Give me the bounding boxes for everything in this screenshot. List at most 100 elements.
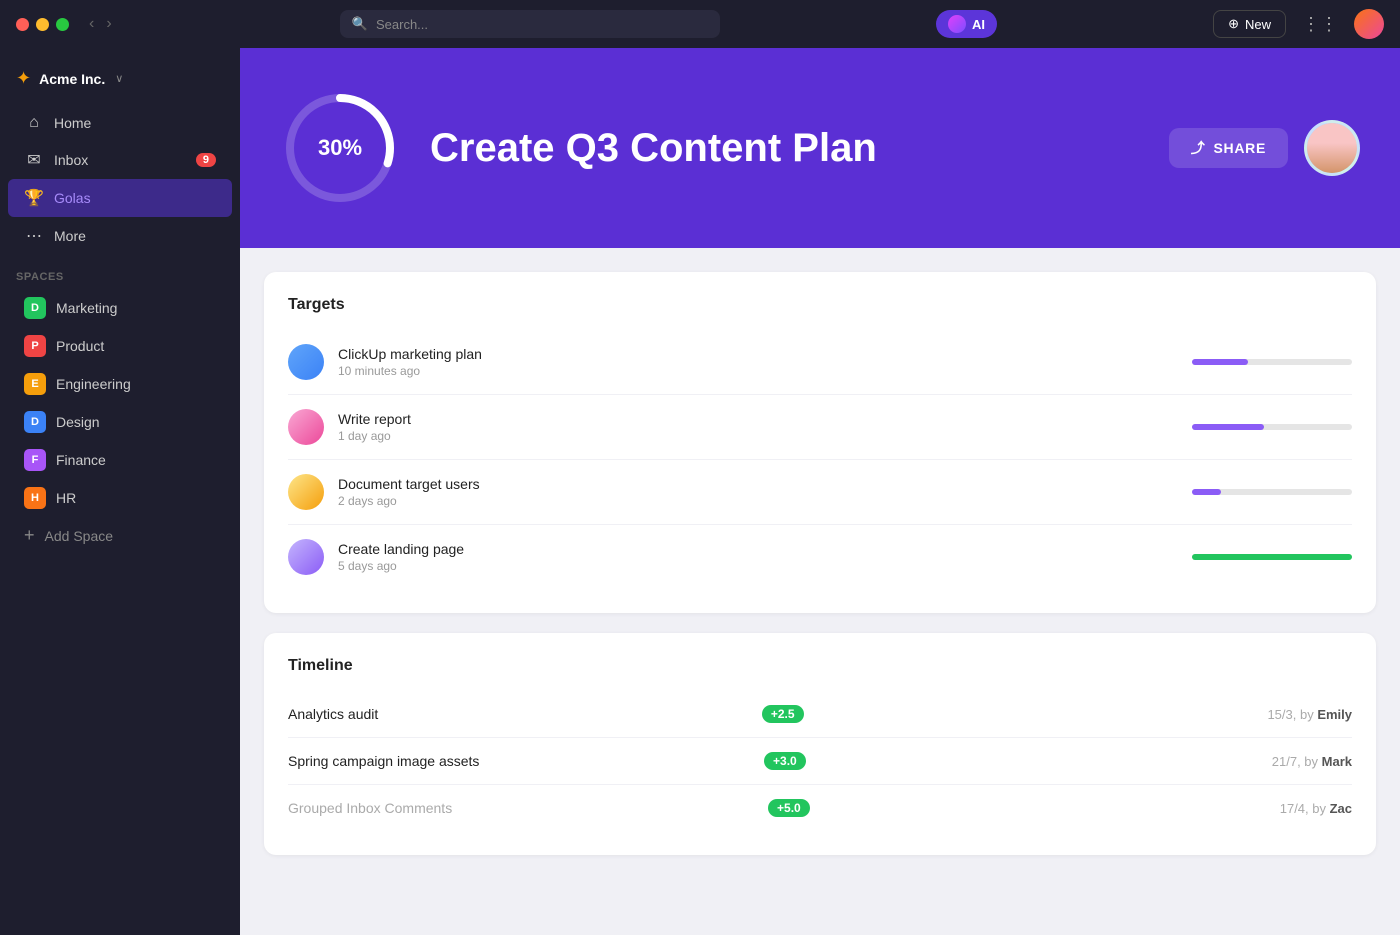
hero-actions: ⤴ SHARE bbox=[1169, 120, 1360, 176]
product-badge: P bbox=[24, 335, 46, 357]
progress-ring: 30% bbox=[280, 88, 400, 208]
timeline-row[interactable]: Analytics audit +2.5 15/3, by Emily bbox=[288, 691, 1352, 738]
target-name-4: Create landing page bbox=[338, 541, 1178, 557]
target-name-2: Write report bbox=[338, 411, 1178, 427]
space-item-marketing[interactable]: D Marketing bbox=[8, 289, 232, 327]
target-row[interactable]: Write report 1 day ago bbox=[288, 395, 1352, 460]
target-name-1: ClickUp marketing plan bbox=[338, 346, 1178, 362]
marketing-badge: D bbox=[24, 297, 46, 319]
progress-fill-4 bbox=[1192, 554, 1352, 560]
target-row[interactable]: ClickUp marketing plan 10 minutes ago bbox=[288, 330, 1352, 395]
minimize-button[interactable] bbox=[36, 18, 49, 31]
home-icon: ⌂ bbox=[24, 114, 44, 132]
ai-orb-icon bbox=[948, 15, 966, 33]
ai-button[interactable]: AI bbox=[936, 10, 997, 38]
new-plus-icon: ⊕ bbox=[1228, 16, 1239, 32]
finance-badge: F bbox=[24, 449, 46, 471]
forward-button[interactable]: › bbox=[102, 13, 115, 35]
target-time-1: 10 minutes ago bbox=[338, 364, 1178, 378]
share-icon: ⤴ bbox=[1191, 138, 1206, 158]
timeline-tag-3: +5.0 bbox=[768, 799, 810, 817]
avatar-image bbox=[1307, 123, 1357, 173]
back-button[interactable]: ‹ bbox=[85, 13, 98, 35]
timeline-item-name-2: Spring campaign image assets bbox=[288, 753, 754, 769]
finance-label: Finance bbox=[56, 452, 106, 468]
progress-bar-4 bbox=[1192, 554, 1352, 560]
timeline-row[interactable]: Grouped Inbox Comments +5.0 17/4, by Zac bbox=[288, 785, 1352, 831]
progress-fill-2 bbox=[1192, 424, 1264, 430]
space-item-finance[interactable]: F Finance bbox=[8, 441, 232, 479]
ai-label: AI bbox=[972, 17, 985, 32]
target-avatar-2 bbox=[288, 409, 324, 445]
progress-fill-1 bbox=[1192, 359, 1248, 365]
sidebar: ✦ Acme Inc. ∨ ⌂ Home ✉ Inbox 9 🏆 Golas ⋯… bbox=[0, 48, 240, 935]
progress-fill-3 bbox=[1192, 489, 1221, 495]
engineering-label: Engineering bbox=[56, 376, 131, 392]
progress-bar-2 bbox=[1192, 424, 1352, 430]
timeline-tag-2: +3.0 bbox=[764, 752, 806, 770]
share-button[interactable]: ⤴ SHARE bbox=[1169, 128, 1288, 168]
titlebar: ‹ › 🔍 Search... AI ⊕ New ⋮⋮ bbox=[0, 0, 1400, 48]
target-info-4: Create landing page 5 days ago bbox=[338, 541, 1178, 573]
target-avatar-4 bbox=[288, 539, 324, 575]
new-label: New bbox=[1245, 17, 1271, 32]
search-bar[interactable]: 🔍 Search... bbox=[340, 10, 720, 38]
target-avatar-3 bbox=[288, 474, 324, 510]
target-time-3: 2 days ago bbox=[338, 494, 1178, 508]
hero-avatar bbox=[1304, 120, 1360, 176]
sidebar-item-home[interactable]: ⌂ Home bbox=[8, 105, 232, 141]
timeline-row[interactable]: Spring campaign image assets +3.0 21/7, … bbox=[288, 738, 1352, 785]
traffic-lights bbox=[16, 18, 69, 31]
timeline-item-name-3: Grouped Inbox Comments bbox=[288, 800, 758, 816]
space-item-hr[interactable]: H HR bbox=[8, 479, 232, 517]
add-space-plus-icon: + bbox=[24, 525, 35, 546]
target-info-3: Document target users 2 days ago bbox=[338, 476, 1178, 508]
workspace-header[interactable]: ✦ Acme Inc. ∨ bbox=[0, 60, 240, 105]
more-label: More bbox=[54, 228, 216, 244]
inbox-badge: 9 bbox=[196, 153, 216, 167]
timeline-tag-1: +2.5 bbox=[762, 705, 804, 723]
goals-icon: 🏆 bbox=[24, 188, 44, 208]
targets-card: Targets ClickUp marketing plan 10 minute… bbox=[264, 272, 1376, 613]
grid-icon[interactable]: ⋮⋮ bbox=[1302, 14, 1338, 35]
progress-bar-1 bbox=[1192, 359, 1352, 365]
close-button[interactable] bbox=[16, 18, 29, 31]
progress-bar-3 bbox=[1192, 489, 1352, 495]
search-icon: 🔍 bbox=[352, 16, 368, 32]
chevron-down-icon: ∨ bbox=[115, 72, 123, 85]
timeline-meta-2: 21/7, by Mark bbox=[1272, 754, 1352, 769]
sidebar-item-inbox[interactable]: ✉ Inbox 9 bbox=[8, 141, 232, 179]
more-icon: ⋯ bbox=[24, 226, 44, 246]
targets-title: Targets bbox=[288, 296, 1352, 314]
target-row[interactable]: Document target users 2 days ago bbox=[288, 460, 1352, 525]
marketing-label: Marketing bbox=[56, 300, 117, 316]
timeline-meta-3: 17/4, by Zac bbox=[1280, 801, 1352, 816]
space-item-product[interactable]: P Product bbox=[8, 327, 232, 365]
target-avatar-1 bbox=[288, 344, 324, 380]
content-area: 30% Create Q3 Content Plan ⤴ SHARE Targe… bbox=[240, 48, 1400, 935]
space-item-engineering[interactable]: E Engineering bbox=[8, 365, 232, 403]
hr-badge: H bbox=[24, 487, 46, 509]
home-label: Home bbox=[54, 115, 216, 131]
hero-banner: 30% Create Q3 Content Plan ⤴ SHARE bbox=[240, 48, 1400, 248]
goal-title: Create Q3 Content Plan bbox=[430, 126, 1139, 171]
titlebar-right: ⊕ New ⋮⋮ bbox=[1213, 9, 1384, 39]
target-time-4: 5 days ago bbox=[338, 559, 1178, 573]
target-info-2: Write report 1 day ago bbox=[338, 411, 1178, 443]
search-placeholder: Search... bbox=[376, 17, 428, 32]
sidebar-item-goals[interactable]: 🏆 Golas bbox=[8, 179, 232, 217]
timeline-item-name-1: Analytics audit bbox=[288, 706, 752, 722]
content-body: Targets ClickUp marketing plan 10 minute… bbox=[240, 248, 1400, 935]
target-name-3: Document target users bbox=[338, 476, 1178, 492]
sidebar-item-more[interactable]: ⋯ More bbox=[8, 217, 232, 255]
new-button[interactable]: ⊕ New bbox=[1213, 10, 1286, 38]
main-layout: ✦ Acme Inc. ∨ ⌂ Home ✉ Inbox 9 🏆 Golas ⋯… bbox=[0, 48, 1400, 935]
maximize-button[interactable] bbox=[56, 18, 69, 31]
target-row[interactable]: Create landing page 5 days ago bbox=[288, 525, 1352, 589]
space-item-design[interactable]: D Design bbox=[8, 403, 232, 441]
design-badge: D bbox=[24, 411, 46, 433]
user-avatar[interactable] bbox=[1354, 9, 1384, 39]
hr-label: HR bbox=[56, 490, 76, 506]
goals-label: Golas bbox=[54, 190, 216, 206]
add-space-button[interactable]: + Add Space bbox=[8, 517, 232, 554]
